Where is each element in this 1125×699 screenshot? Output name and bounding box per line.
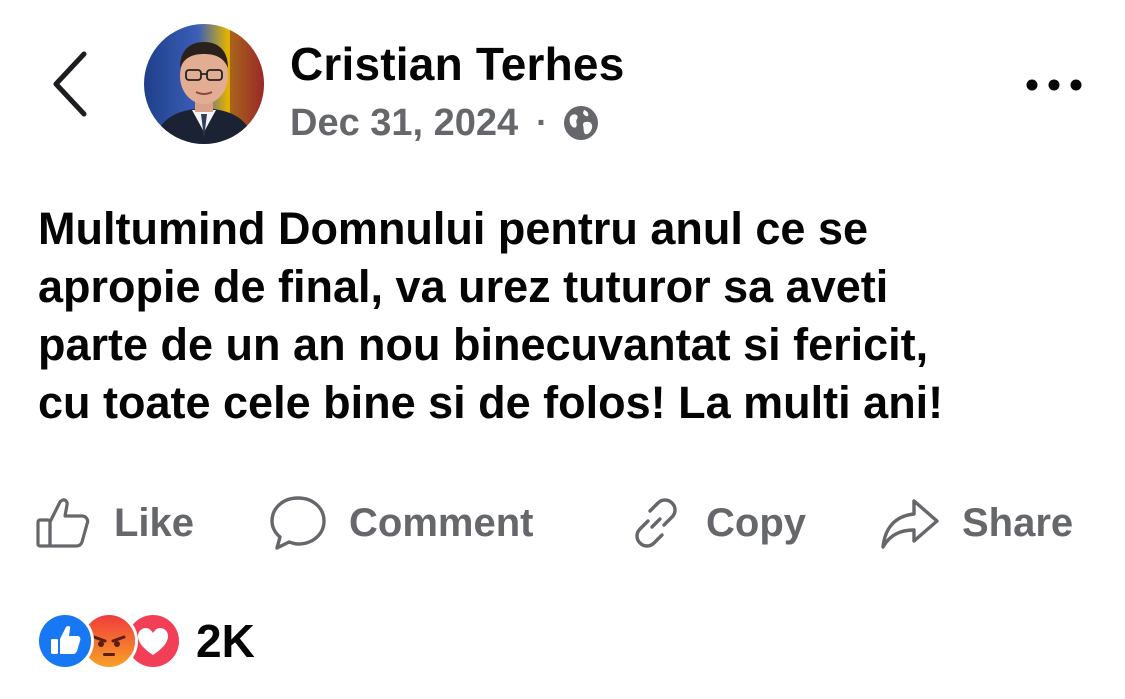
share-button[interactable]: Share: [880, 490, 1073, 556]
comment-label: Comment: [349, 500, 534, 545]
reactions-summary[interactable]: 2K: [36, 612, 255, 670]
share-arrow-icon: [881, 499, 939, 549]
avatar[interactable]: [144, 24, 264, 144]
back-icon[interactable]: [44, 46, 100, 122]
post-date[interactable]: Dec 31, 2024: [290, 102, 518, 145]
comment-bubble-icon: [270, 496, 326, 550]
reaction-count[interactable]: 2K: [196, 614, 255, 668]
link-icon: [635, 498, 677, 548]
copy-label: Copy: [706, 500, 806, 545]
profile-photo: [144, 24, 264, 144]
globe-icon: [563, 106, 598, 140]
post-text: Multumind Domnului pentru anul ce se apr…: [38, 203, 944, 428]
share-label: Share: [962, 500, 1074, 545]
thumbs-up-icon: [36, 498, 90, 548]
copy-link-button[interactable]: Copy: [628, 490, 806, 556]
meta-separator: ·: [536, 103, 548, 142]
more-options-icon[interactable]: [1024, 70, 1084, 100]
comment-button[interactable]: Comment: [269, 490, 533, 556]
like-label: Like: [114, 500, 195, 545]
like-button[interactable]: Like: [34, 490, 194, 556]
like-reaction-icon: [36, 612, 94, 670]
post-meta: Dec 31, 2024 ·: [290, 100, 600, 146]
action-bar: Like Comment Copy Share: [0, 490, 1125, 556]
author-name[interactable]: Cristian Terhes: [290, 36, 624, 92]
